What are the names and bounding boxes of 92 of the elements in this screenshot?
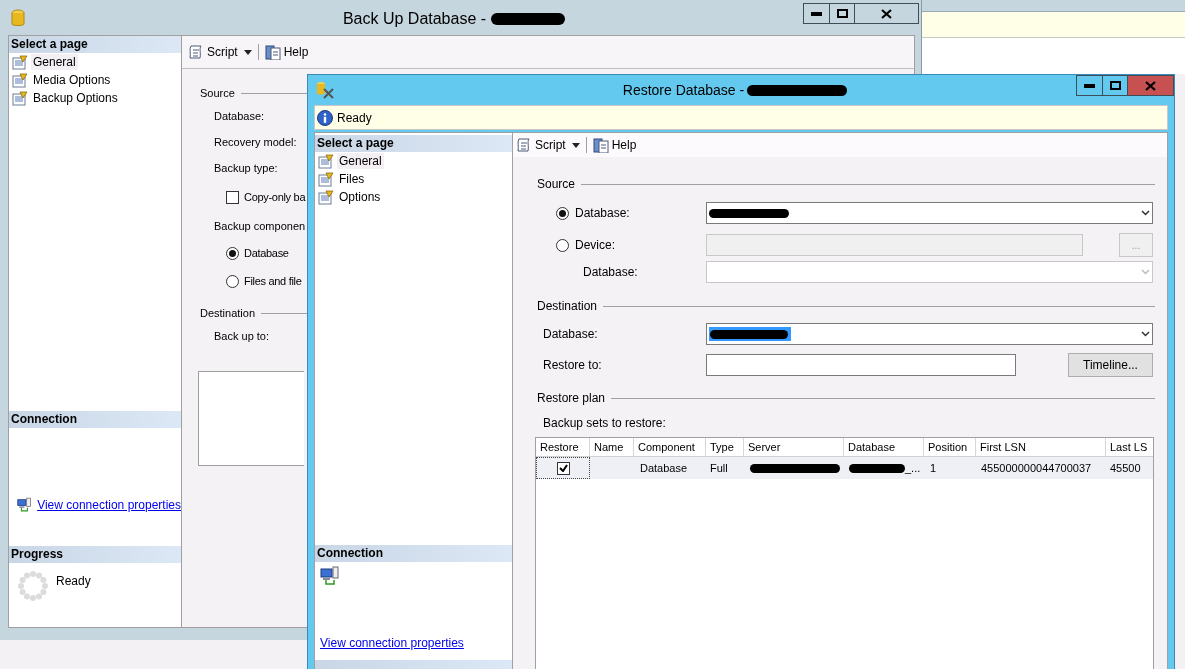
field-label: Database: <box>582 264 639 281</box>
scroll-icon <box>188 44 204 60</box>
radio-label: Database <box>244 245 289 261</box>
minimize-button[interactable] <box>803 3 830 24</box>
restore-to-field[interactable] <box>706 354 1016 376</box>
minimize-button[interactable] <box>1076 75 1103 96</box>
info-icon <box>317 109 333 126</box>
maximize-icon <box>836 9 848 18</box>
redaction-mark <box>849 463 905 473</box>
help-button[interactable]: Help <box>592 136 637 154</box>
grid-caption: Backup sets to restore: <box>542 415 667 430</box>
pane-header: Select a page <box>9 36 181 53</box>
group-heading: Source <box>537 176 576 193</box>
grid-row[interactable]: Database Full _... 1 455000000044700037 45500 <box>536 457 1153 479</box>
connection-link[interactable]: View connection properties <box>320 634 464 652</box>
status-text: Ready <box>337 109 372 127</box>
script-button[interactable]: Script <box>516 136 566 154</box>
radio-label: Database: <box>575 205 630 222</box>
page-item[interactable]: General <box>31 54 78 70</box>
chevron-down-icon <box>1141 210 1150 216</box>
radio-label: Device: <box>575 237 615 254</box>
scroll-icon <box>516 137 532 153</box>
page-icon <box>318 189 334 205</box>
field-label: Restore to: <box>542 357 603 374</box>
dropdown[interactable] <box>706 202 1153 224</box>
field-label: Recovery model: <box>213 135 298 150</box>
page-item[interactable]: Backup Options <box>31 90 120 106</box>
radio-button[interactable] <box>556 238 569 252</box>
radio-button[interactable] <box>556 206 569 220</box>
table-cell-text: Full <box>709 460 729 476</box>
page-item[interactable]: General <box>337 153 384 169</box>
maximize-icon <box>1109 81 1121 90</box>
page-item[interactable]: Files <box>337 171 367 187</box>
radio-label: Files and file <box>244 273 302 289</box>
group-heading: Restore plan <box>537 390 606 407</box>
page-icon <box>12 90 28 106</box>
dropdown[interactable] <box>706 323 1153 345</box>
page-icon <box>318 171 334 187</box>
group-heading: Source <box>200 85 235 101</box>
caret-icon <box>571 142 580 148</box>
pane-header: Select a page <box>315 135 512 152</box>
connection-icon <box>320 566 339 585</box>
script-button[interactable]: Script <box>188 43 238 61</box>
chevron-down-icon <box>1141 269 1150 275</box>
field-label: Back up to: <box>213 329 271 344</box>
maximize-button[interactable] <box>830 3 855 24</box>
database-tools-icon <box>316 81 334 99</box>
page-icon <box>318 153 334 169</box>
pane-header: Connection <box>9 411 181 428</box>
table-cell-text: 455000000044700037 <box>980 460 1093 476</box>
field-label: Backup componen <box>213 219 307 234</box>
pane-header: Connection <box>315 545 512 562</box>
radio-button[interactable] <box>226 246 239 260</box>
checkbox[interactable] <box>226 190 239 204</box>
group-heading: Destination <box>537 298 598 315</box>
checkmark-icon <box>558 464 568 472</box>
window-title: Back Up Database - <box>342 9 487 29</box>
book-icon <box>592 137 609 153</box>
database-icon <box>11 9 25 26</box>
minimize-icon <box>811 11 822 16</box>
checkbox-label: Copy-only ba <box>244 189 306 205</box>
field-label: Database: <box>542 326 599 343</box>
page-item[interactable]: Media Options <box>31 72 113 88</box>
group-heading: Destination <box>200 305 256 321</box>
minimize-icon <box>1084 83 1095 88</box>
caret-icon <box>243 49 252 55</box>
chevron-down-icon <box>1141 331 1150 337</box>
connection-link[interactable]: View connection properties <box>37 496 181 514</box>
table-cell-text: 45500 <box>1109 460 1142 476</box>
table-cell-text: 1 <box>929 460 938 476</box>
close-icon <box>1145 80 1156 91</box>
field-label: Backup type: <box>213 161 279 176</box>
table-cell-text: Database <box>639 460 689 476</box>
window-title: Restore Database - <box>622 81 745 100</box>
table-cell-text: _... <box>905 460 921 476</box>
radio-button[interactable] <box>226 274 239 288</box>
page-icon <box>12 72 28 88</box>
progress-status: Ready <box>56 573 91 590</box>
spinner-icon <box>18 571 48 601</box>
page-item[interactable]: Options <box>337 189 383 205</box>
timeline-button[interactable]: Timeline... <box>1068 353 1153 377</box>
book-icon <box>264 44 281 60</box>
device-field[interactable] <box>706 234 1083 256</box>
help-button[interactable]: Help <box>264 43 309 61</box>
checkbox[interactable] <box>556 461 570 475</box>
pane-header: Progress <box>9 546 181 563</box>
connection-icon <box>17 495 32 514</box>
close-icon <box>881 8 892 19</box>
page-icon <box>12 54 28 70</box>
destination-list[interactable] <box>198 371 304 466</box>
field-label: Database: <box>213 109 266 124</box>
close-button[interactable] <box>855 3 919 24</box>
